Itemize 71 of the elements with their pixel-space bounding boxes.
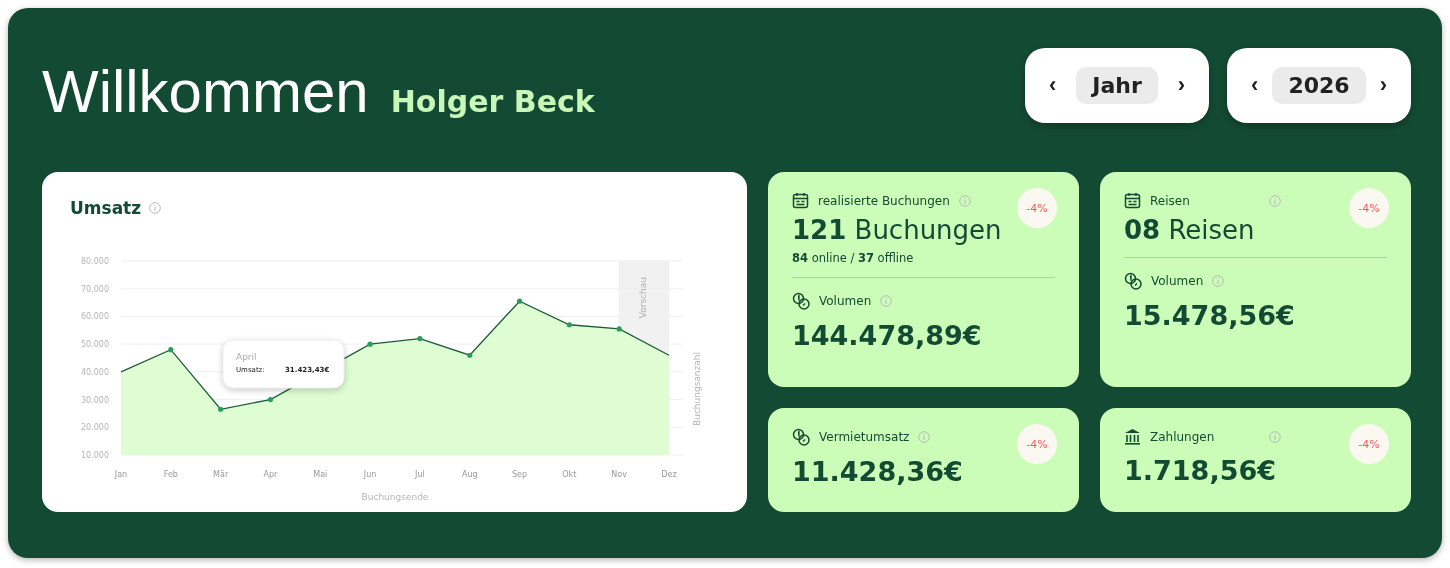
welcome-heading: Willkommen xyxy=(42,56,369,126)
card-label: realisierte Buchungen xyxy=(818,193,950,208)
next-button[interactable]: › xyxy=(1171,70,1191,100)
card-label: Zahlungen xyxy=(1150,429,1216,444)
axis-tick-label: Sep xyxy=(512,470,528,479)
previous-button[interactable]: ‹ xyxy=(1245,70,1265,100)
next-button[interactable]: › xyxy=(1373,70,1393,100)
info-icon[interactable] xyxy=(1269,194,1281,207)
amount-value: 1.718,56€ xyxy=(1124,455,1278,486)
axis-tick-label: Mär xyxy=(213,470,229,479)
data-point xyxy=(417,336,423,342)
change-badge: -4% xyxy=(1349,188,1389,228)
calendar-icon xyxy=(792,192,809,209)
axis-tick-label: 80.000 xyxy=(81,257,109,266)
axis-tick-label: Feb xyxy=(163,470,178,479)
preview-label: Vorschau xyxy=(638,277,649,319)
period-value[interactable]: 2026 xyxy=(1272,66,1366,104)
data-point xyxy=(168,347,174,353)
user-name: Holger Beck xyxy=(390,83,595,119)
info-icon[interactable] xyxy=(1212,275,1225,287)
card-label: Reisen xyxy=(1150,193,1191,208)
axis-tick-label: Mai xyxy=(313,470,328,479)
info-icon[interactable] xyxy=(1269,430,1281,443)
axis-tick-label: 20.000 xyxy=(81,423,109,433)
data-point xyxy=(218,406,224,412)
change-badge: -4% xyxy=(1349,424,1389,464)
bank-icon xyxy=(1124,428,1141,445)
axis-tick-label: 60.000 xyxy=(81,312,109,322)
axis-tick-label: 70.000 xyxy=(81,284,109,294)
change-badge: -4% xyxy=(1017,424,1057,464)
axis-tick-label: Jun xyxy=(363,470,377,479)
previous-button[interactable]: ‹ xyxy=(1043,70,1063,100)
axis-tick-label: Nov xyxy=(611,470,627,479)
card-label: Volumen xyxy=(819,294,872,308)
data-point xyxy=(467,352,473,358)
period-value[interactable]: Jahr xyxy=(1076,66,1158,104)
data-point xyxy=(516,298,523,304)
axis-tick-label: Aug xyxy=(461,470,478,479)
axis-tick-label: Jan xyxy=(114,470,128,479)
count-value: 08 Reisen xyxy=(1124,215,1256,245)
axis-tick-label: Dez xyxy=(661,470,677,479)
axis-tick-label: 10.000 xyxy=(81,451,109,460)
info-icon[interactable] xyxy=(880,295,893,307)
coins-icon xyxy=(792,428,810,446)
coins-icon xyxy=(792,292,810,310)
data-point xyxy=(267,396,274,403)
amount-value: 11.428,36€ xyxy=(792,456,964,487)
data-point xyxy=(616,326,622,332)
card-label: Vermietumsatz xyxy=(819,430,910,444)
axis-tick-label: Apr xyxy=(263,470,278,479)
amount-value: 144.478,89€ xyxy=(792,320,983,351)
axis-tick-label: Okt xyxy=(562,470,577,479)
info-icon[interactable] xyxy=(918,431,931,443)
breakdown-text: 84 online / 37 offline xyxy=(792,251,915,265)
axis-tick-label: 40.000 xyxy=(81,367,109,377)
data-point xyxy=(566,322,572,328)
card-label: Volumen xyxy=(1151,274,1204,288)
change-badge: -4% xyxy=(1017,188,1057,228)
axis-tick-label: 30.000 xyxy=(81,395,109,405)
card-title: Umsatz xyxy=(70,198,142,218)
axis-tick-label: 50.000 xyxy=(81,340,109,350)
calendar-icon xyxy=(1124,192,1141,209)
axis-title: Buchungsende xyxy=(361,492,429,502)
amount-value: 15.478,56€ xyxy=(1124,300,1296,331)
axis-title: Buchungsanzahl xyxy=(692,352,702,426)
coins-icon xyxy=(1124,272,1142,290)
data-point xyxy=(367,341,373,347)
count-value: 121 Buchungen xyxy=(792,215,1003,245)
info-icon[interactable] xyxy=(149,202,162,214)
axis-tick-label: Jul xyxy=(415,470,425,479)
info-icon[interactable] xyxy=(958,194,971,207)
